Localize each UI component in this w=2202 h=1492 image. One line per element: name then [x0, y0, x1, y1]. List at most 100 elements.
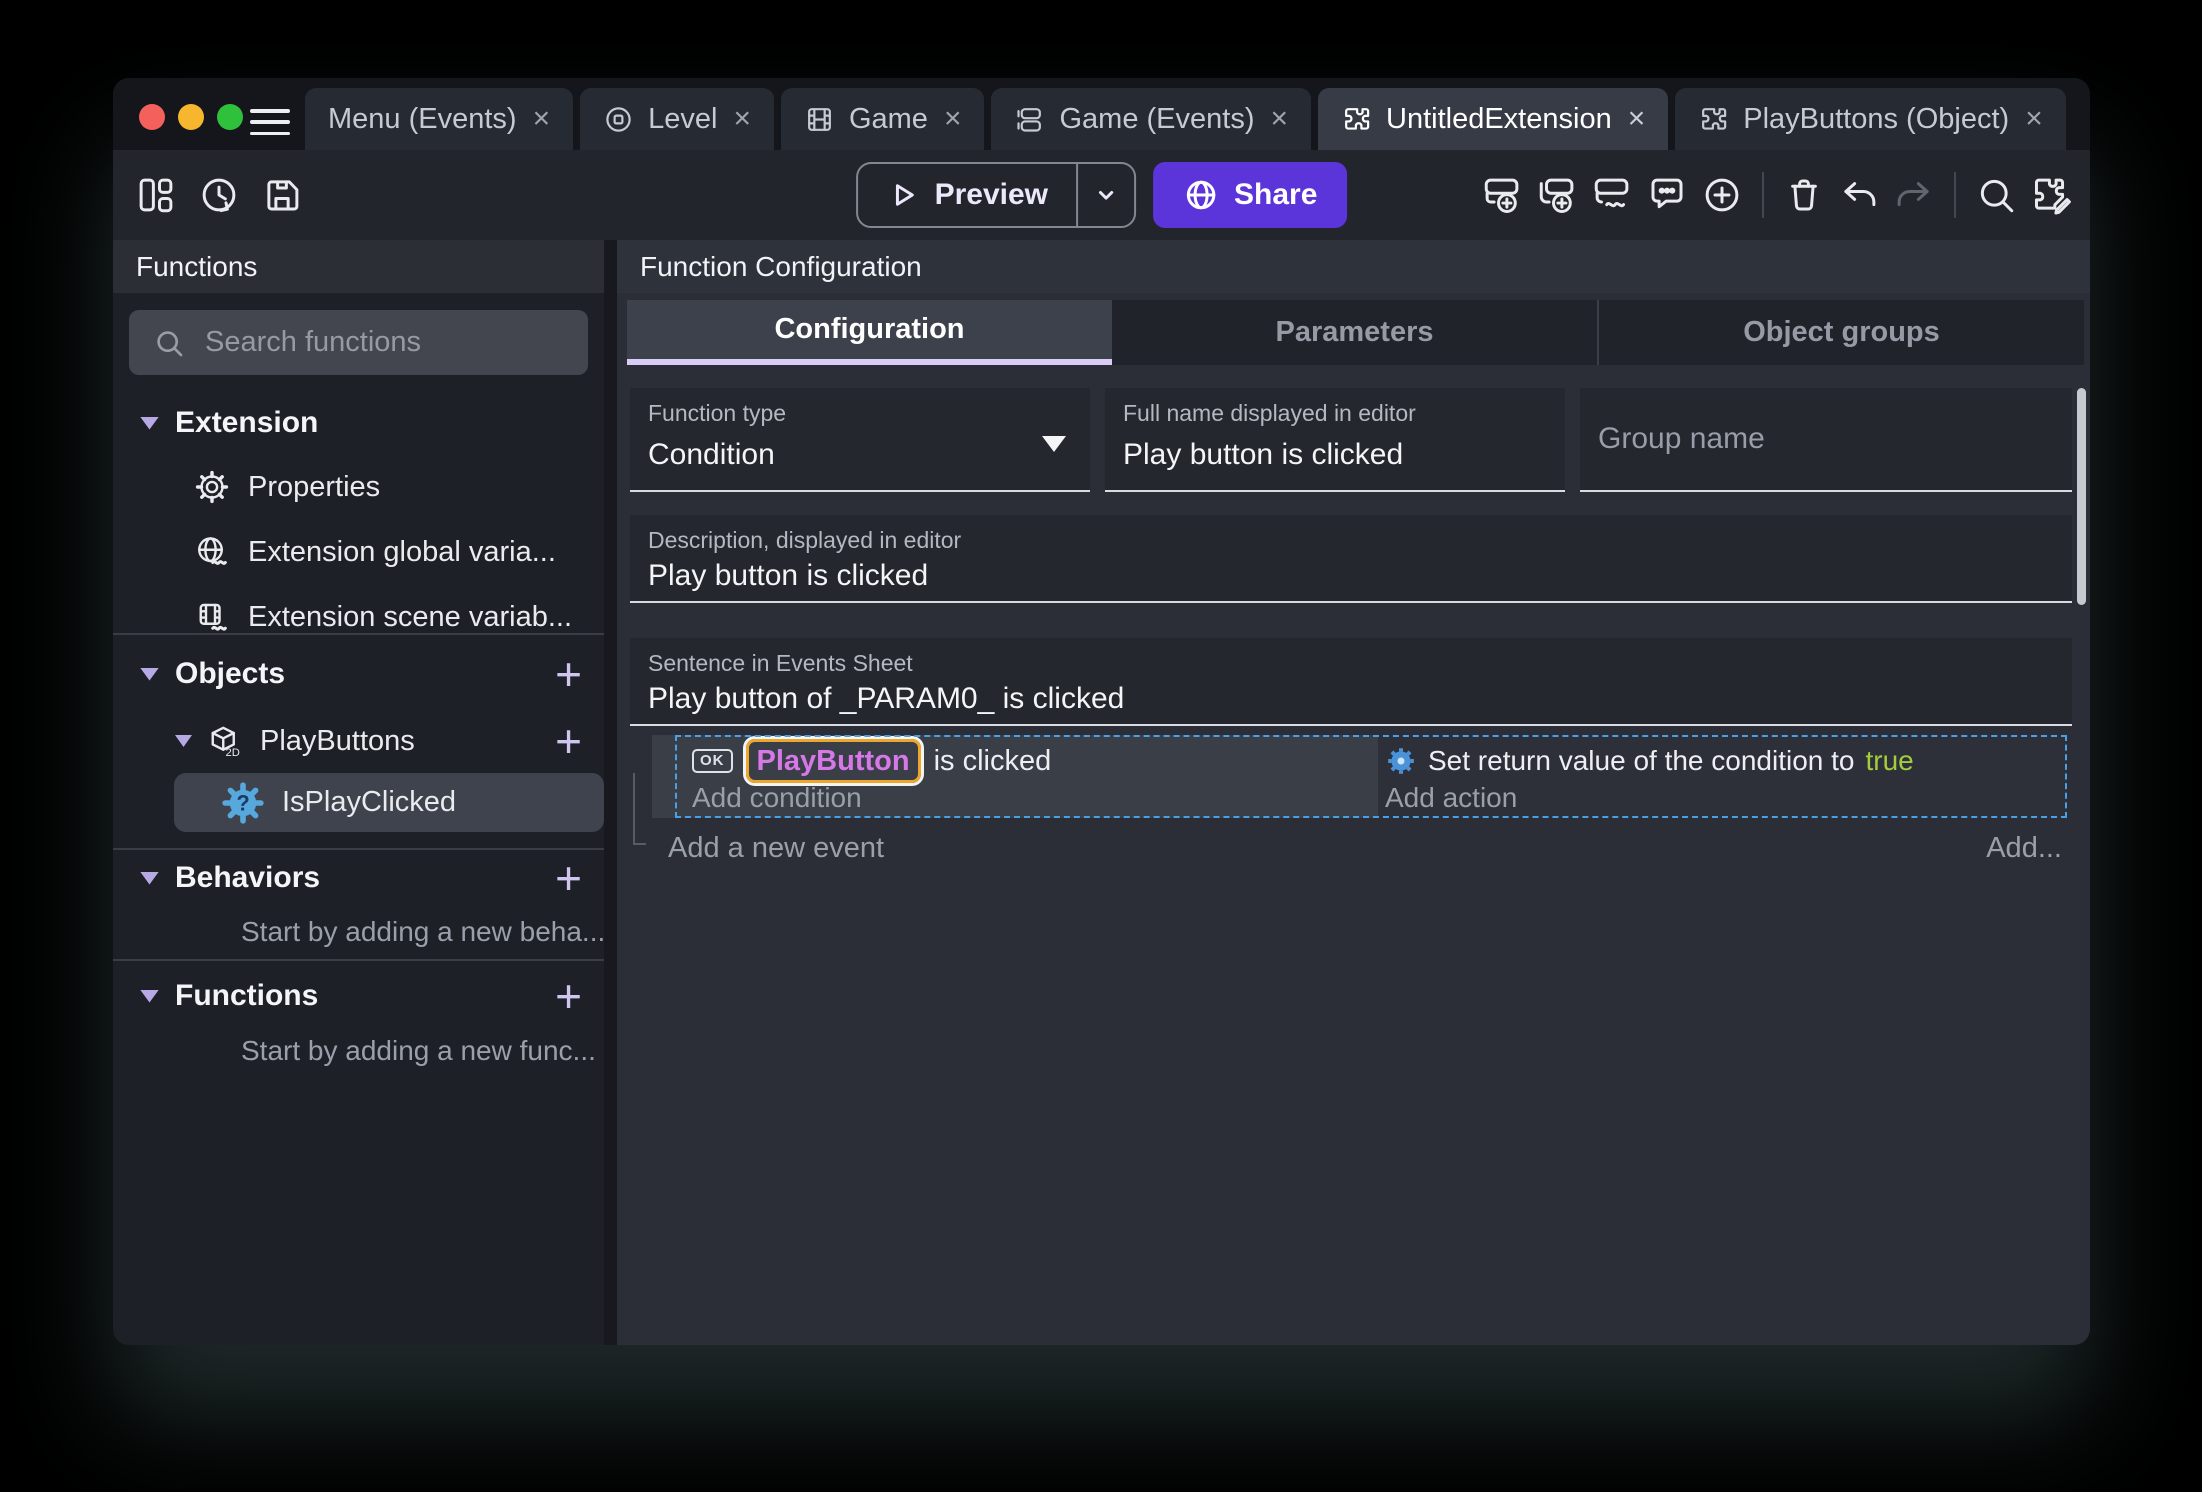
functions-empty-hint: Start by adding a new func... — [113, 1030, 604, 1072]
tab-label: Configuration — [774, 313, 965, 345]
close-tab-icon[interactable]: × — [733, 104, 751, 134]
scene-icon — [603, 104, 634, 135]
tab-label: UntitledExtension — [1386, 102, 1612, 135]
preview-label: Preview — [934, 178, 1049, 211]
redo-icon[interactable] — [1891, 172, 1937, 218]
delete-icon[interactable] — [1781, 172, 1827, 218]
condition-row[interactable]: OK PlayButton is clicked — [692, 739, 1051, 783]
tab-parameters[interactable]: Parameters — [1112, 300, 1597, 365]
sidebar-item-properties[interactable]: Properties — [113, 458, 604, 516]
collapse-arrow-icon[interactable] — [175, 735, 192, 747]
behaviors-empty-hint: Start by adding a new beha... — [113, 911, 606, 953]
close-tab-icon[interactable]: × — [533, 104, 551, 134]
section-label: Extension — [175, 406, 319, 439]
project-manager-icon[interactable] — [133, 172, 179, 218]
dropdown-caret-icon[interactable] — [1042, 436, 1066, 452]
tab-label: Level — [648, 102, 718, 135]
add-subevent-icon[interactable] — [1534, 172, 1580, 218]
tab-label: Game (Events) — [1059, 102, 1255, 135]
toolbar-divider — [1954, 172, 1956, 218]
action-row[interactable]: Set return value of the condition to tru… — [1385, 739, 1914, 783]
close-tab-icon[interactable]: × — [1628, 104, 1646, 134]
condition-text: is clicked — [933, 744, 1052, 777]
description-field[interactable]: Description, displayed in editor Play bu… — [630, 515, 2072, 603]
film-icon — [804, 104, 835, 135]
save-icon[interactable] — [259, 172, 305, 218]
field-label: Function type — [648, 400, 787, 426]
sidebar-section-behaviors[interactable]: Behaviors + — [113, 853, 604, 903]
section-label: Objects — [175, 657, 286, 690]
add-free-function-button[interactable]: + — [555, 973, 582, 1019]
sidebar-item-extension-global-variables[interactable]: Extension global varia... — [113, 523, 604, 581]
add-object-button[interactable]: + — [555, 651, 582, 697]
zoom-window-button[interactable] — [217, 104, 243, 130]
function-type-field[interactable]: Function type Condition — [630, 388, 1090, 492]
sidebar-section-objects[interactable]: Objects + — [113, 648, 604, 700]
tab-label: Object groups — [1743, 316, 1940, 348]
tab-configuration[interactable]: Configuration — [627, 300, 1112, 365]
gear-icon — [194, 469, 230, 505]
add-function-to-object-button[interactable]: + — [555, 718, 582, 764]
item-label: IsPlayClicked — [282, 786, 457, 818]
close-tab-icon[interactable]: × — [2025, 104, 2043, 134]
group-name-input[interactable] — [1580, 388, 2072, 490]
field-label: Sentence in Events Sheet — [648, 650, 913, 676]
minimize-window-button[interactable] — [178, 104, 204, 130]
button-object-icon: OK — [692, 749, 733, 773]
group-name-field[interactable] — [1580, 388, 2072, 492]
edit-extension-icon[interactable] — [2028, 172, 2074, 218]
tab-level[interactable]: Level × — [580, 88, 774, 150]
search-icon[interactable] — [1973, 172, 2019, 218]
panel-scrollbar[interactable] — [2077, 388, 2086, 605]
add-other-event-icon[interactable] — [1589, 172, 1635, 218]
sidebar-item-isplayclicked-selected[interactable]: ? IsPlayClicked — [174, 773, 604, 832]
add-action-link[interactable]: Add action — [1385, 782, 1517, 814]
window-tab-bar: Menu (Events) × Level × Game × Game (Eve… — [113, 78, 2090, 150]
collapse-arrow-icon[interactable] — [140, 989, 159, 1003]
tab-playbuttons-object[interactable]: PlayButtons (Object) × — [1675, 88, 2066, 150]
preview-button[interactable]: Preview — [858, 164, 1076, 226]
close-window-button[interactable] — [139, 104, 165, 130]
circle-add-icon[interactable] — [1699, 172, 1745, 218]
sidebar-section-extension[interactable]: Extension — [113, 398, 604, 448]
empty-hint-label: Start by adding a new beha... — [241, 916, 606, 947]
add-event-icon[interactable] — [1479, 172, 1525, 218]
close-tab-icon[interactable]: × — [944, 104, 962, 134]
sentence-field[interactable]: Sentence in Events Sheet Play button of … — [630, 638, 2072, 726]
tab-game-events[interactable]: Game (Events) × — [991, 88, 1312, 150]
tab-object-groups[interactable]: Object groups — [1597, 300, 2084, 365]
functions-sidebar: Functions Extension Properties Extension… — [113, 240, 606, 1345]
share-button[interactable]: Share — [1153, 162, 1348, 228]
action-value-true[interactable]: true — [1866, 745, 1914, 777]
add-behavior-button[interactable]: + — [555, 855, 582, 901]
search-input[interactable] — [203, 325, 533, 360]
collapse-arrow-icon[interactable] — [140, 416, 159, 430]
collapse-arrow-icon[interactable] — [140, 667, 159, 681]
add-new-event-link[interactable]: Add a new event — [668, 832, 884, 865]
search-icon — [157, 330, 183, 356]
svg-text:?: ? — [236, 790, 249, 815]
add-comment-icon[interactable] — [1644, 172, 1690, 218]
sidebar-item-extension-scene-variables[interactable]: Extension scene variab... — [113, 588, 604, 646]
tab-game[interactable]: Game × — [780, 88, 985, 150]
condition-object-chip[interactable]: PlayButton — [745, 739, 921, 783]
tab-menu-events[interactable]: Menu (Events) × — [305, 88, 574, 150]
tab-untitled-extension[interactable]: UntitledExtension × — [1318, 88, 1669, 150]
history-icon[interactable] — [196, 172, 242, 218]
object-2d-cube-icon: 2D — [206, 723, 242, 759]
main-menu-icon[interactable] — [250, 109, 290, 135]
close-tab-icon[interactable]: × — [1270, 104, 1288, 134]
preview-options-button[interactable] — [1076, 164, 1134, 226]
undo-icon[interactable] — [1836, 172, 1882, 218]
sidebar-item-playbuttons[interactable]: 2D PlayButtons + — [113, 715, 604, 767]
sidebar-divider — [113, 959, 604, 961]
sidebar-section-functions[interactable]: Functions + — [113, 971, 604, 1021]
full-name-field[interactable]: Full name displayed in editor Play butto… — [1105, 388, 1565, 492]
search-box[interactable] — [129, 310, 588, 375]
collapse-arrow-icon[interactable] — [140, 871, 159, 885]
add-condition-link[interactable]: Add condition — [692, 782, 862, 814]
panel-title: Function Configuration — [640, 250, 922, 282]
scene-variables-icon — [194, 599, 230, 635]
add-more-link[interactable]: Add... — [1986, 832, 2062, 865]
event-block[interactable]: OK PlayButton is clicked Add condition S… — [652, 735, 2067, 818]
